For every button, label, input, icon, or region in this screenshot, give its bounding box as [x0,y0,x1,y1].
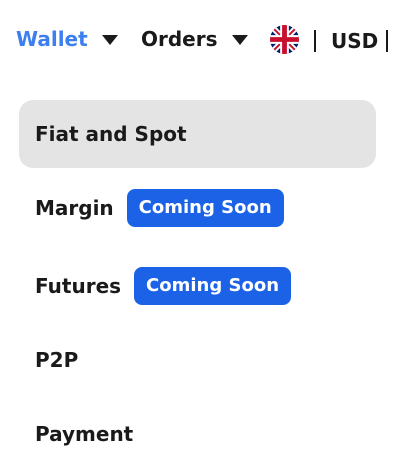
wallet-menu-toggle[interactable]: Wallet [16,24,118,54]
uk-flag-icon[interactable] [270,25,299,54]
menu-item-label: Payment [35,422,134,446]
divider [314,30,316,52]
caret-down-icon [101,35,118,45]
menu-item-margin[interactable]: Margin Coming Soon [19,174,376,242]
top-navigation: Wallet Orders USD [0,0,395,80]
wallet-dropdown-menu: Fiat and Spot Margin Coming Soon Futures… [19,100,376,474]
menu-item-label: Margin [35,196,114,220]
menu-item-label: Futures [35,274,122,298]
coming-soon-badge: Coming Soon [126,189,284,227]
menu-item-p2p[interactable]: P2P [19,326,376,394]
menu-item-futures[interactable]: Futures Coming Soon [19,252,376,320]
menu-item-label: Fiat and Spot [35,122,187,146]
divider [386,30,388,52]
wallet-label: Wallet [16,27,88,51]
menu-item-payment[interactable]: Payment [19,400,376,468]
currency-selector[interactable]: USD [331,26,378,56]
menu-item-label: P2P [35,348,79,372]
caret-down-icon [231,35,248,45]
coming-soon-badge: Coming Soon [134,267,292,305]
orders-menu-toggle[interactable]: Orders [141,24,248,54]
menu-item-fiat-and-spot[interactable]: Fiat and Spot [19,100,376,168]
orders-label: Orders [141,27,218,51]
